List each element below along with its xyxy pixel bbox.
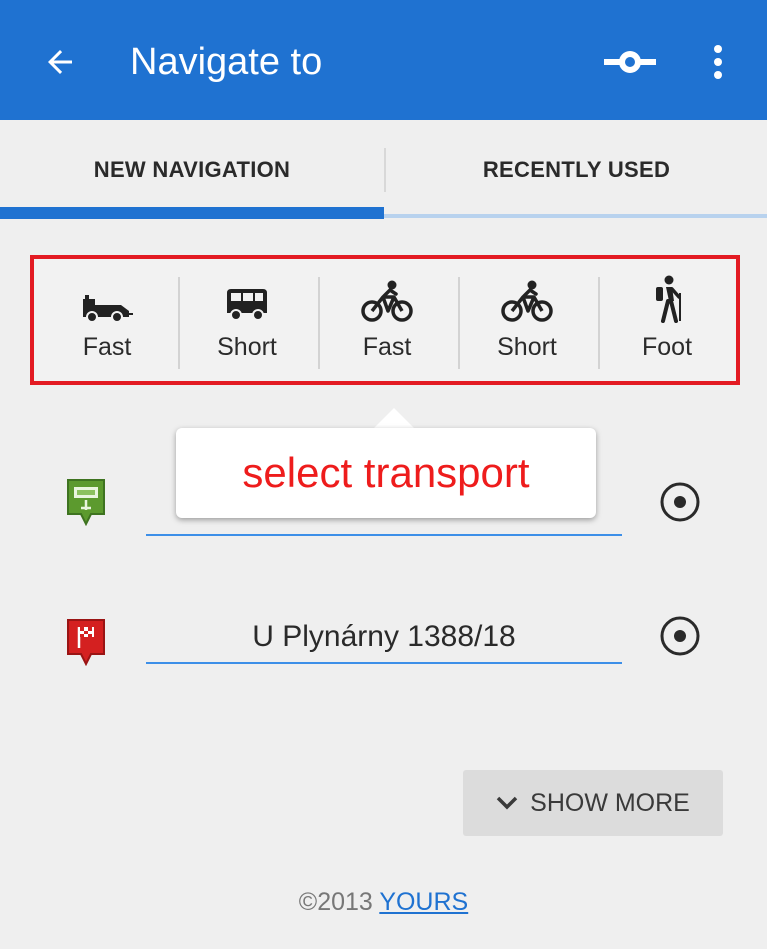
tab-selected-indicator [0,207,384,219]
route-button[interactable] [600,38,660,86]
hiker-icon [656,275,681,323]
copyright-text: ©2013 [298,888,380,916]
locate-destination-button[interactable] [656,612,704,660]
destination-input[interactable]: U Plynárny 1388/18 [146,612,622,664]
tab-baseline [384,214,767,218]
finish-flag-icon [67,619,105,667]
overflow-menu-button[interactable] [696,38,740,86]
yours-link[interactable]: YOURS [379,888,468,916]
transport-label: Short [217,333,277,361]
transport-bike-short[interactable]: Short [458,271,596,371]
transport-label: Foot [641,333,693,361]
tab-new-navigation[interactable]: NEW NAVIGATION [0,120,384,220]
locate-start-button[interactable] [656,478,704,526]
van-icon [227,289,267,321]
arrow-back-icon [48,50,72,74]
car-icon [83,295,133,323]
transport-car-fast[interactable]: Fast [38,271,176,371]
back-button[interactable] [36,38,84,86]
start-point-input[interactable] [146,484,622,536]
transport-foot[interactable]: Foot [598,271,736,371]
footer: ©2013 YOURS [0,888,767,917]
bicycle-icon [501,280,553,322]
page-title: Navigate to [130,41,323,83]
start-flag-icon [67,479,105,527]
my-location-icon [660,482,700,522]
show-more-label: SHOW MORE [530,788,690,817]
show-more-button[interactable]: SHOW MORE [463,770,723,836]
tab-recently-used[interactable]: RECENTLY USED [386,120,767,220]
transport-car-short[interactable]: Short [178,271,316,371]
chevron-down-icon [496,796,518,810]
tab-bar: NEW NAVIGATION RECENTLY USED [0,120,767,220]
transport-label: Short [497,333,557,361]
start-marker [66,478,106,527]
bicycle-icon [361,280,413,322]
transport-label: Fast [362,333,412,361]
transport-selector: Fast Short Fast Short Foot [30,255,740,385]
transport-bike-fast[interactable]: Fast [318,271,456,371]
my-location-icon [660,616,700,656]
transport-label: Fast [82,333,132,361]
more-vert-icon [714,45,722,79]
tooltip-arrow [372,408,416,430]
app-bar: Navigate to [0,0,767,120]
route-point-icon [604,51,656,73]
end-marker [66,618,106,667]
